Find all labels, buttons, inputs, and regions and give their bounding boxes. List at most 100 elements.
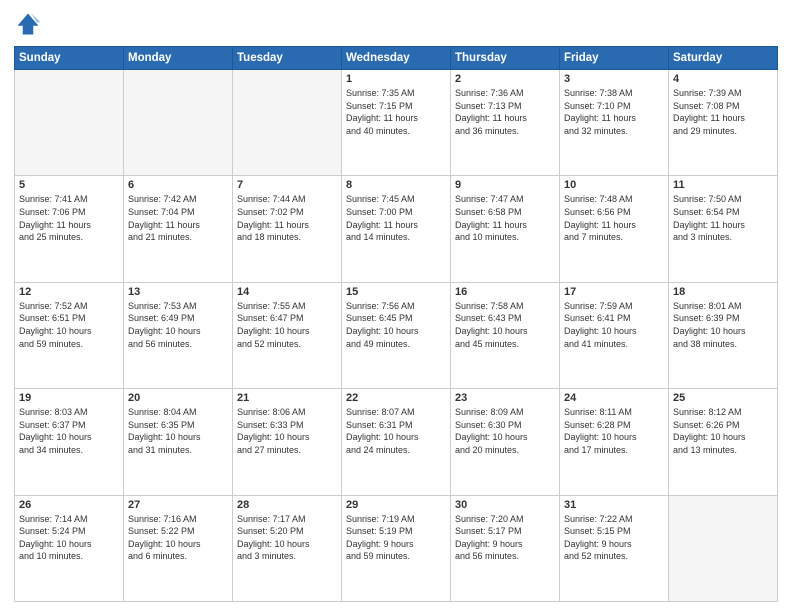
calendar-cell: 24 Sunrise: 8:11 AM Sunset: 6:28 PM Dayli… — [560, 389, 669, 495]
day-info: Sunrise: 8:04 AM Sunset: 6:35 PM Dayligh… — [128, 406, 228, 456]
weekday-header-wednesday: Wednesday — [342, 47, 451, 70]
weekday-header-saturday: Saturday — [669, 47, 778, 70]
day-number: 30 — [455, 499, 555, 511]
day-info: Sunrise: 8:11 AM Sunset: 6:28 PM Dayligh… — [564, 406, 664, 456]
calendar-cell: 11Sunrise: 7:50 AM Sunset: 6:54 PM Dayli… — [669, 176, 778, 282]
logo-icon — [14, 10, 42, 38]
calendar-cell: 10 Sunrise: 7:48 AM Sunset: 6:56 PM Dayli… — [560, 176, 669, 282]
calendar-cell — [124, 70, 233, 176]
calendar-week-3: 12 Sunrise: 7:52 AM Sunset: 6:51 PM Dayli… — [15, 282, 778, 388]
day-info: Sunrise: 7:38 AM Sunset: 7:10 PM Dayligh… — [564, 87, 664, 137]
day-info: Sunrise: 7:35 AM Sunset: 7:15 PM Dayligh… — [346, 87, 446, 137]
calendar-cell: 20 Sunrise: 8:04 AM Sunset: 6:35 PM Dayli… — [124, 389, 233, 495]
calendar-cell: 2Sunrise: 7:36 AM Sunset: 7:13 PM Daylig… — [451, 70, 560, 176]
calendar-cell: 23 Sunrise: 8:09 AM Sunset: 6:30 PM Dayli… — [451, 389, 560, 495]
day-number: 23 — [455, 392, 555, 404]
calendar-cell: 9 Sunrise: 7:47 AM Sunset: 6:58 PM Daylig… — [451, 176, 560, 282]
day-number: 9 — [455, 179, 555, 191]
weekday-header-thursday: Thursday — [451, 47, 560, 70]
day-info: Sunrise: 7:39 AM Sunset: 7:08 PM Dayligh… — [673, 87, 773, 137]
calendar-cell: 27Sunrise: 7:16 AM Sunset: 5:22 PM Dayli… — [124, 495, 233, 601]
day-number: 24 — [564, 392, 664, 404]
calendar-table: SundayMondayTuesdayWednesdayThursdayFrid… — [14, 46, 778, 602]
calendar-cell: 3 Sunrise: 7:38 AM Sunset: 7:10 PM Daylig… — [560, 70, 669, 176]
calendar-cell: 6Sunrise: 7:42 AM Sunset: 7:04 PM Daylig… — [124, 176, 233, 282]
page: SundayMondayTuesdayWednesdayThursdayFrid… — [0, 0, 792, 612]
day-number: 1 — [346, 73, 446, 85]
day-info: Sunrise: 7:19 AM Sunset: 5:19 PM Dayligh… — [346, 513, 446, 563]
weekday-header-tuesday: Tuesday — [233, 47, 342, 70]
day-info: Sunrise: 8:03 AM Sunset: 6:37 PM Dayligh… — [19, 406, 119, 456]
day-info: Sunrise: 7:59 AM Sunset: 6:41 PM Dayligh… — [564, 300, 664, 350]
day-info: Sunrise: 7:16 AM Sunset: 5:22 PM Dayligh… — [128, 513, 228, 563]
calendar-week-1: 1 Sunrise: 7:35 AM Sunset: 7:15 PM Daylig… — [15, 70, 778, 176]
calendar-cell: 7Sunrise: 7:44 AM Sunset: 7:02 PM Daylig… — [233, 176, 342, 282]
day-info: Sunrise: 7:45 AM Sunset: 7:00 PM Dayligh… — [346, 193, 446, 243]
day-info: Sunrise: 8:09 AM Sunset: 6:30 PM Dayligh… — [455, 406, 555, 456]
day-info: Sunrise: 7:20 AM Sunset: 5:17 PM Dayligh… — [455, 513, 555, 563]
calendar-cell: 28 Sunrise: 7:17 AM Sunset: 5:20 PM Dayli… — [233, 495, 342, 601]
day-info: Sunrise: 7:22 AM Sunset: 5:15 PM Dayligh… — [564, 513, 664, 563]
day-number: 28 — [237, 499, 337, 511]
day-info: Sunrise: 7:53 AM Sunset: 6:49 PM Dayligh… — [128, 300, 228, 350]
day-number: 19 — [19, 392, 119, 404]
logo — [14, 10, 46, 38]
calendar-cell: 31 Sunrise: 7:22 AM Sunset: 5:15 PM Dayli… — [560, 495, 669, 601]
day-number: 8 — [346, 179, 446, 191]
day-number: 6 — [128, 179, 228, 191]
day-number: 29 — [346, 499, 446, 511]
day-info: Sunrise: 7:55 AM Sunset: 6:47 PM Dayligh… — [237, 300, 337, 350]
day-info: Sunrise: 8:07 AM Sunset: 6:31 PM Dayligh… — [346, 406, 446, 456]
day-number: 10 — [564, 179, 664, 191]
calendar-cell: 19 Sunrise: 8:03 AM Sunset: 6:37 PM Dayli… — [15, 389, 124, 495]
calendar-cell: 1 Sunrise: 7:35 AM Sunset: 7:15 PM Daylig… — [342, 70, 451, 176]
calendar-cell: 12 Sunrise: 7:52 AM Sunset: 6:51 PM Dayli… — [15, 282, 124, 388]
day-info: Sunrise: 8:01 AM Sunset: 6:39 PM Dayligh… — [673, 300, 773, 350]
day-number: 2 — [455, 73, 555, 85]
day-info: Sunrise: 8:12 AM Sunset: 6:26 PM Dayligh… — [673, 406, 773, 456]
calendar-cell: 17 Sunrise: 7:59 AM Sunset: 6:41 PM Dayli… — [560, 282, 669, 388]
day-info: Sunrise: 7:47 AM Sunset: 6:58 PM Dayligh… — [455, 193, 555, 243]
weekday-header-friday: Friday — [560, 47, 669, 70]
calendar-cell: 16 Sunrise: 7:58 AM Sunset: 6:43 PM Dayli… — [451, 282, 560, 388]
calendar-cell — [15, 70, 124, 176]
day-number: 12 — [19, 286, 119, 298]
day-number: 4 — [673, 73, 773, 85]
day-number: 22 — [346, 392, 446, 404]
day-number: 21 — [237, 392, 337, 404]
day-number: 20 — [128, 392, 228, 404]
calendar-cell: 4 Sunrise: 7:39 AM Sunset: 7:08 PM Daylig… — [669, 70, 778, 176]
day-info: Sunrise: 7:58 AM Sunset: 6:43 PM Dayligh… — [455, 300, 555, 350]
calendar-week-2: 5Sunrise: 7:41 AM Sunset: 7:06 PM Daylig… — [15, 176, 778, 282]
calendar-header-row: SundayMondayTuesdayWednesdayThursdayFrid… — [15, 47, 778, 70]
calendar-cell — [669, 495, 778, 601]
calendar-cell: 18Sunrise: 8:01 AM Sunset: 6:39 PM Dayli… — [669, 282, 778, 388]
day-info: Sunrise: 7:56 AM Sunset: 6:45 PM Dayligh… — [346, 300, 446, 350]
calendar-cell: 29 Sunrise: 7:19 AM Sunset: 5:19 PM Dayli… — [342, 495, 451, 601]
day-number: 17 — [564, 286, 664, 298]
day-info: Sunrise: 7:44 AM Sunset: 7:02 PM Dayligh… — [237, 193, 337, 243]
calendar-cell: 8 Sunrise: 7:45 AM Sunset: 7:00 PM Daylig… — [342, 176, 451, 282]
calendar-cell: 14 Sunrise: 7:55 AM Sunset: 6:47 PM Dayli… — [233, 282, 342, 388]
calendar-cell: 26Sunrise: 7:14 AM Sunset: 5:24 PM Dayli… — [15, 495, 124, 601]
weekday-header-monday: Monday — [124, 47, 233, 70]
day-number: 13 — [128, 286, 228, 298]
calendar-cell: 30 Sunrise: 7:20 AM Sunset: 5:17 PM Dayli… — [451, 495, 560, 601]
day-number: 3 — [564, 73, 664, 85]
day-info: Sunrise: 7:17 AM Sunset: 5:20 PM Dayligh… — [237, 513, 337, 563]
day-number: 11 — [673, 179, 773, 191]
calendar-cell: 25 Sunrise: 8:12 AM Sunset: 6:26 PM Dayli… — [669, 389, 778, 495]
day-number: 31 — [564, 499, 664, 511]
calendar-week-5: 26Sunrise: 7:14 AM Sunset: 5:24 PM Dayli… — [15, 495, 778, 601]
weekday-header-sunday: Sunday — [15, 47, 124, 70]
day-info: Sunrise: 7:52 AM Sunset: 6:51 PM Dayligh… — [19, 300, 119, 350]
calendar-cell: 13 Sunrise: 7:53 AM Sunset: 6:49 PM Dayli… — [124, 282, 233, 388]
day-info: Sunrise: 7:48 AM Sunset: 6:56 PM Dayligh… — [564, 193, 664, 243]
day-number: 16 — [455, 286, 555, 298]
day-number: 14 — [237, 286, 337, 298]
day-number: 15 — [346, 286, 446, 298]
day-number: 25 — [673, 392, 773, 404]
day-number: 26 — [19, 499, 119, 511]
day-info: Sunrise: 7:41 AM Sunset: 7:06 PM Dayligh… — [19, 193, 119, 243]
calendar-cell: 21Sunrise: 8:06 AM Sunset: 6:33 PM Dayli… — [233, 389, 342, 495]
